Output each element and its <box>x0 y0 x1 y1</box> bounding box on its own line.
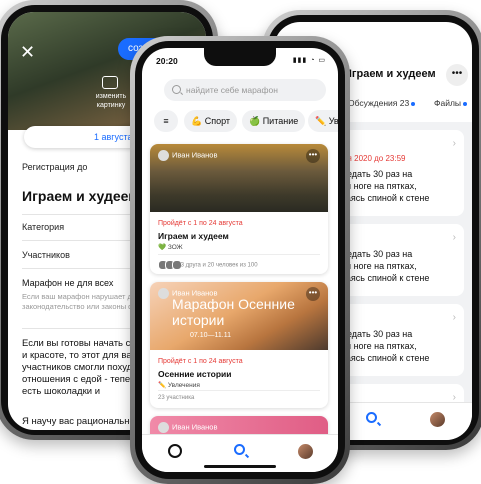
card-category: ✏️ Увлечения <box>158 382 200 389</box>
card-participants: 23 участника <box>158 395 195 401</box>
cover-title: Марафон Осенние истории <box>172 296 295 328</box>
home-indicator <box>204 465 276 468</box>
app-logo-icon[interactable] <box>168 444 182 458</box>
category-label[interactable]: Категория <box>22 222 64 232</box>
profile-avatar[interactable] <box>430 412 445 427</box>
chevron-right-icon: › <box>452 312 456 323</box>
card-participants: 3 друга и 20 человек из 100 <box>158 260 258 270</box>
marathon-card[interactable]: Иван Иванов ••• Марафон Осенние истории … <box>150 282 328 408</box>
more-icon[interactable]: ••• <box>306 149 320 163</box>
card-author: Иван Иванов <box>158 150 217 161</box>
close-icon[interactable]: ✕ <box>20 42 35 63</box>
card-author: Иван Иванов <box>158 422 217 433</box>
author-avatar <box>158 150 169 161</box>
marathon-catalog-screen: 20:20 ▮▮▮ ◔ ▭ найдите себе марафон ≡ 💪 С… <box>142 48 338 472</box>
unread-dot <box>411 101 416 106</box>
search-icon[interactable] <box>366 412 377 423</box>
search-input[interactable]: найдите себе марафон <box>164 79 326 101</box>
status-icons: ▮▮▮ ◔ ▭ <box>292 57 326 64</box>
change-photo-label[interactable]: изменить картинку <box>88 92 134 110</box>
chevron-right-icon: › <box>452 232 456 243</box>
card-title: Играем и худеем <box>158 231 229 241</box>
profile-avatar[interactable] <box>298 444 313 459</box>
divider <box>158 390 320 391</box>
marathon-card[interactable]: Иван Иванов ••• Пройдёт с 1 по 24 август… <box>150 144 328 274</box>
divider <box>158 254 320 255</box>
search-icon[interactable] <box>234 444 245 455</box>
unread-dot <box>463 101 468 106</box>
chevron-right-icon: › <box>452 138 456 149</box>
camera-icon[interactable] <box>102 76 118 89</box>
tab-files[interactable]: Файлы <box>434 98 468 108</box>
card-category: 💚 ЗОЖ <box>158 244 183 251</box>
more-icon[interactable]: ••• <box>446 64 468 86</box>
status-time: 20:20 <box>156 56 178 66</box>
marathon-title: Играем и худеем <box>344 68 436 80</box>
tab-files-label: Файлы <box>434 98 462 108</box>
card-dates: Пройдёт с 1 по 24 августа <box>158 358 243 365</box>
card-dates: Пройдёт с 1 по 24 августа <box>158 220 243 227</box>
category-chips: ≡ 💪 Спорт 🍏 Питание ✏️ Увл <box>142 110 338 134</box>
participants-label[interactable]: Участников <box>22 250 70 260</box>
marathon-title[interactable]: Играем и худеем <box>22 188 139 204</box>
filter-icon[interactable]: ≡ <box>154 110 178 132</box>
author-avatar <box>158 422 169 433</box>
tab-discussions-label: Обсуждения 23 <box>348 98 410 108</box>
notch <box>204 48 276 66</box>
chip-sport[interactable]: 💪 Спорт <box>184 110 238 132</box>
author-name: Иван Иванов <box>172 150 218 160</box>
author-avatar <box>158 288 169 299</box>
chip-nutrition[interactable]: 🍏 Питание <box>242 110 306 132</box>
author-name: Иван Иванов <box>172 422 218 432</box>
search-icon <box>172 85 181 94</box>
cover-dates: 07.10—11.11 <box>190 332 231 339</box>
participants-text: 3 друга и 20 человек из 100 <box>180 262 258 269</box>
tab-discussions[interactable]: Обсуждения 23 <box>348 98 416 108</box>
center-phone: 20:20 ▮▮▮ ◔ ▭ найдите себе марафон ≡ 💪 С… <box>130 36 350 484</box>
registration-label: Регистрация до <box>22 162 88 172</box>
card-title: Осенние истории <box>158 369 232 379</box>
chip-hobbies[interactable]: ✏️ Увл <box>308 110 338 132</box>
